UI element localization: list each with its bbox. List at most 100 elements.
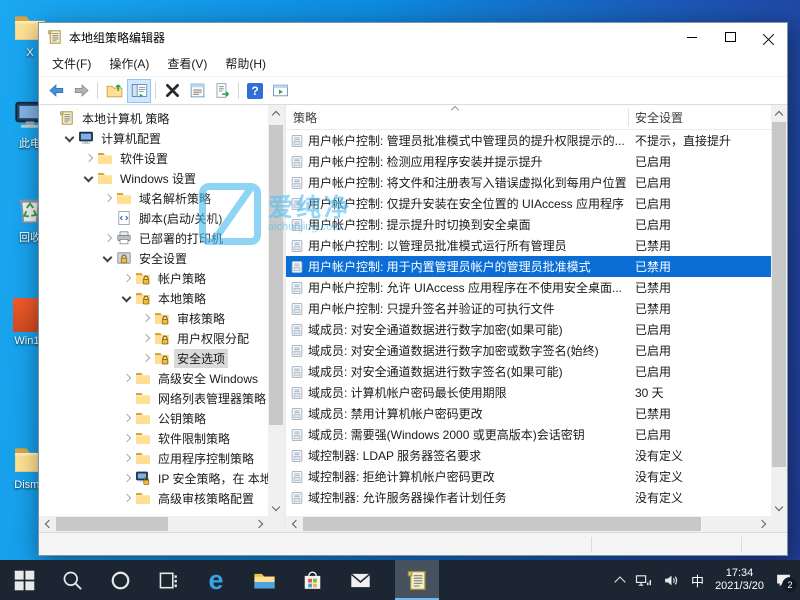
policy-row[interactable]: 域成员: 计算机帐户密码最长使用期限 30 天 <box>286 382 771 403</box>
menu-view[interactable]: 查看(V) <box>158 52 216 75</box>
close-button[interactable] <box>749 23 787 51</box>
tray-chevron-up-icon[interactable] <box>614 575 626 588</box>
list-vertical-scrollbar[interactable] <box>771 105 787 516</box>
chevron-down-icon[interactable] <box>62 131 77 145</box>
taskbar-task-view-button[interactable] <box>144 560 192 600</box>
tree-item[interactable]: 脚本(启动/关机) <box>39 208 268 228</box>
tree-item[interactable]: 安全设置 <box>39 248 268 268</box>
policy-row[interactable]: 用户帐户控制: 只提升签名并验证的可执行文件 已禁用 <box>286 298 771 319</box>
chevron-right-icon[interactable] <box>119 411 134 425</box>
chevron-right-icon[interactable] <box>119 471 134 485</box>
chevron-right-icon[interactable] <box>119 451 134 465</box>
column-header-setting[interactable]: 安全设置 <box>635 109 683 126</box>
list-hscroll-thumb[interactable] <box>303 517 701 531</box>
list-horizontal-scrollbar[interactable] <box>286 516 771 532</box>
new-window-button[interactable] <box>268 79 292 103</box>
export-list-button[interactable] <box>210 79 234 103</box>
tree-horizontal-scrollbar[interactable] <box>39 516 268 532</box>
tree-item[interactable]: 本地计算机 策略 <box>39 108 268 128</box>
policy-row[interactable]: 用户帐户控制: 提示提升时切换到安全桌面 已启用 <box>286 214 771 235</box>
scroll-down-icon[interactable] <box>771 500 787 516</box>
policy-row[interactable]: 用户帐户控制: 以管理员批准模式运行所有管理员 已禁用 <box>286 235 771 256</box>
taskbar-edge-button[interactable]: e <box>192 560 240 600</box>
tree-item[interactable]: 用户权限分配 <box>39 328 268 348</box>
chevron-right-icon[interactable] <box>81 151 96 165</box>
policy-row[interactable]: 用户帐户控制: 检测应用程序安装并提示提升 已启用 <box>286 151 771 172</box>
maximize-button[interactable] <box>711 23 749 51</box>
column-header-policy[interactable]: 策略 <box>293 109 317 126</box>
scroll-up-icon[interactable] <box>771 105 787 121</box>
policy-row[interactable]: 域成员: 需要强(Windows 2000 或更高版本)会话密钥 已启用 <box>286 424 771 445</box>
chevron-right-icon[interactable] <box>100 231 115 245</box>
tree-item[interactable]: 计算机配置 <box>39 128 268 148</box>
taskbar-search-button[interactable] <box>48 560 96 600</box>
policy-row[interactable]: 域成员: 对安全通道数据进行数字签名(如果可能) 已启用 <box>286 361 771 382</box>
menu-help[interactable]: 帮助(H) <box>216 52 275 75</box>
tree-item[interactable]: 本地策略 <box>39 288 268 308</box>
up-one-level-button[interactable] <box>102 79 126 103</box>
chevron-right-icon[interactable] <box>138 311 153 325</box>
scroll-up-icon[interactable] <box>268 105 284 121</box>
policy-row[interactable]: 域控制器: 拒绝计算机帐户密码更改 没有定义 <box>286 466 771 487</box>
tree-item[interactable]: 应用程序控制策略 <box>39 448 268 468</box>
tree-item[interactable]: 高级安全 Windows <box>39 368 268 388</box>
taskbar-store-button[interactable] <box>288 560 336 600</box>
chevron-right-icon[interactable] <box>138 351 153 365</box>
chevron-right-icon[interactable] <box>119 371 134 385</box>
chevron-right-icon[interactable] <box>119 491 134 505</box>
policy-row[interactable]: 域成员: 对安全通道数据进行数字加密或数字签名(始终) 已启用 <box>286 340 771 361</box>
scroll-left-icon[interactable] <box>286 516 302 532</box>
network-icon[interactable] <box>635 572 652 589</box>
policy-row[interactable]: 用户帐户控制: 允许 UIAccess 应用程序在不使用安全桌面... 已禁用 <box>286 277 771 298</box>
policy-row[interactable]: 用户帐户控制: 管理员批准模式中管理员的提升权限提示的... 不提示，直接提升 <box>286 130 771 151</box>
policy-row[interactable]: 用户帐户控制: 将文件和注册表写入错误虚拟化到每用户位置 已启用 <box>286 172 771 193</box>
policy-row[interactable]: 域控制器: LDAP 服务器签名要求 没有定义 <box>286 445 771 466</box>
column-divider[interactable] <box>628 108 629 126</box>
scroll-left-icon[interactable] <box>39 516 55 532</box>
tree-item[interactable]: 安全选项 <box>39 348 268 368</box>
taskbar-file-explorer-button[interactable] <box>240 560 288 600</box>
chevron-right-icon[interactable] <box>100 191 115 205</box>
scroll-right-icon[interactable] <box>252 516 268 532</box>
tree-item[interactable]: 审核策略 <box>39 308 268 328</box>
taskbar-cortana-button[interactable] <box>96 560 144 600</box>
policy-row[interactable]: 域成员: 对安全通道数据进行数字加密(如果可能) 已启用 <box>286 319 771 340</box>
chevron-down-icon[interactable] <box>81 171 96 185</box>
chevron-right-icon[interactable] <box>119 271 134 285</box>
tree-vertical-scrollbar[interactable] <box>268 105 284 516</box>
title-bar[interactable]: 本地组策略编辑器 <box>39 23 787 51</box>
action-center-button[interactable]: 2 <box>775 572 798 593</box>
tree-item[interactable]: 高级审核策略配置 <box>39 488 268 508</box>
policy-row[interactable]: 域控制器: 允许服务器操作者计划任务 没有定义 <box>286 487 771 508</box>
taskbar-gpedit-button[interactable] <box>395 560 439 600</box>
taskbar-mail-button[interactable] <box>336 560 384 600</box>
tree-item[interactable]: 软件限制策略 <box>39 428 268 448</box>
tree-item[interactable]: IP 安全策略，在 本地 <box>39 468 268 488</box>
tree-item[interactable]: 公钥策略 <box>39 408 268 428</box>
tree-item[interactable]: Windows 设置 <box>39 168 268 188</box>
help-button[interactable] <box>243 79 267 103</box>
tree-item[interactable]: 帐户策略 <box>39 268 268 288</box>
list-vscroll-thumb[interactable] <box>772 122 786 467</box>
policy-row[interactable]: 用户帐户控制: 用于内置管理员帐户的管理员批准模式 已禁用 <box>286 256 771 277</box>
policy-row[interactable]: 用户帐户控制: 仅提升安装在安全位置的 UIAccess 应用程序 已启用 <box>286 193 771 214</box>
tree-item[interactable]: 网络列表管理器策略 <box>39 388 268 408</box>
tree-hscroll-thumb[interactable] <box>56 517 168 531</box>
menu-file[interactable]: 文件(F) <box>43 52 100 75</box>
scroll-down-icon[interactable] <box>268 500 284 516</box>
clock[interactable]: 17:34 2021/3/20 <box>715 567 764 593</box>
taskbar-start-button[interactable] <box>0 560 48 600</box>
volume-icon[interactable] <box>663 572 680 589</box>
chevron-right-icon[interactable] <box>119 431 134 445</box>
back-button[interactable] <box>44 79 68 103</box>
menu-action[interactable]: 操作(A) <box>100 52 158 75</box>
scroll-right-icon[interactable] <box>755 516 771 532</box>
show-console-tree-button[interactable] <box>127 78 151 103</box>
tree-item[interactable]: 域名解析策略 <box>39 188 268 208</box>
delete-button[interactable] <box>160 79 184 103</box>
minimize-button[interactable] <box>673 23 711 51</box>
chevron-right-icon[interactable] <box>138 331 153 345</box>
policy-row[interactable]: 域成员: 禁用计算机帐户密码更改 已禁用 <box>286 403 771 424</box>
forward-button[interactable] <box>69 79 93 103</box>
tree-item[interactable]: 软件设置 <box>39 148 268 168</box>
